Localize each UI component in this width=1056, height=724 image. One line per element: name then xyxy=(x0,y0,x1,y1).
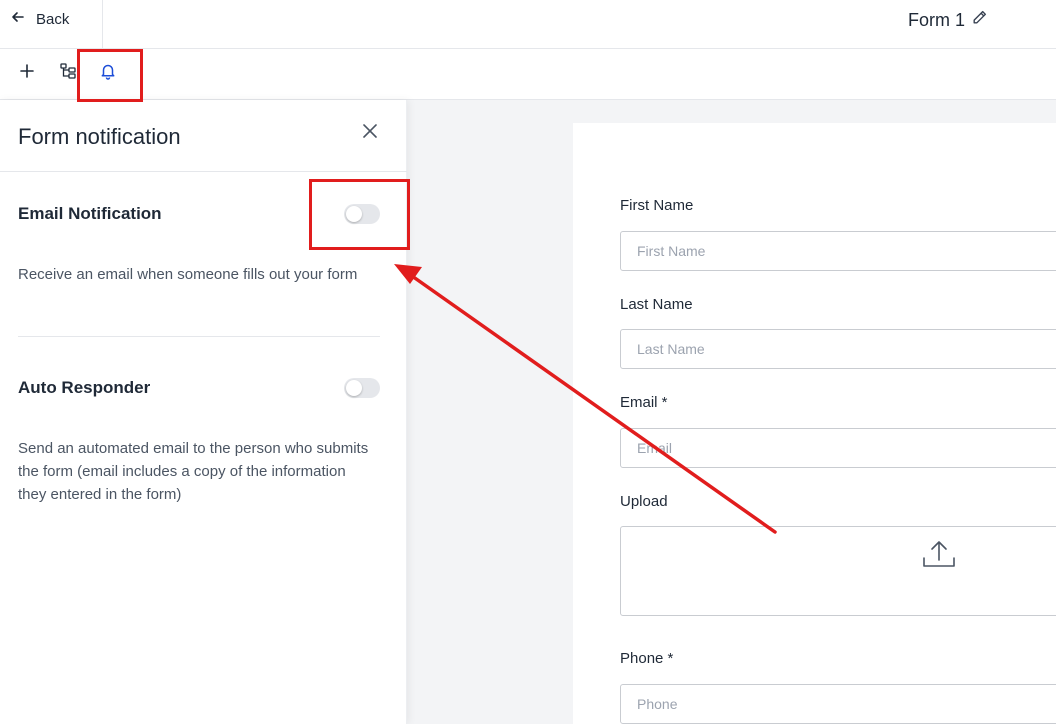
auto-responder-toggle[interactable] xyxy=(344,378,380,398)
auto-responder-description: Send an automated email to the person wh… xyxy=(18,440,369,503)
builder-toolbar xyxy=(0,49,1056,100)
structure-button[interactable] xyxy=(56,61,80,85)
upload-icon xyxy=(921,539,957,571)
form-notification-panel: Form notification Email Notification Rec… xyxy=(0,100,407,724)
bell-icon xyxy=(99,62,117,85)
notification-button[interactable] xyxy=(96,61,120,85)
top-header: Back Form 1 xyxy=(0,0,1056,49)
toggle-knob xyxy=(346,380,362,396)
last-name-input[interactable] xyxy=(620,329,1056,369)
email-notification-title: Email Notification xyxy=(18,204,162,223)
auto-responder-title: Auto Responder xyxy=(18,378,151,397)
section-divider xyxy=(18,336,380,337)
phone-input[interactable] xyxy=(620,684,1056,724)
last-name-label: Last Name xyxy=(620,296,693,313)
header-divider xyxy=(102,0,103,49)
toggle-knob xyxy=(346,206,362,222)
upload-label: Upload xyxy=(620,493,668,510)
panel-title: Form notification xyxy=(18,124,181,149)
first-name-label: First Name xyxy=(620,197,694,214)
first-name-input[interactable] xyxy=(620,231,1056,271)
form-title: Form 1 xyxy=(908,9,966,30)
back-button[interactable]: Back xyxy=(10,8,69,30)
form-title-group[interactable]: Form 1 xyxy=(908,9,988,31)
panel-header-divider xyxy=(0,171,407,172)
plus-icon xyxy=(18,62,36,85)
phone-label: Phone * xyxy=(620,650,674,667)
upload-dropzone[interactable] xyxy=(620,526,1056,616)
structure-icon xyxy=(59,62,77,85)
arrow-left-icon xyxy=(10,9,26,29)
email-label: Email * xyxy=(620,394,668,411)
close-icon xyxy=(359,124,381,146)
close-panel-button[interactable] xyxy=(359,120,381,142)
email-notification-description: Receive an email when someone fills out … xyxy=(18,266,358,283)
email-input[interactable] xyxy=(620,428,1056,468)
pencil-icon[interactable] xyxy=(971,9,988,31)
back-label: Back xyxy=(36,10,70,28)
add-element-button[interactable] xyxy=(15,61,39,85)
email-notification-toggle[interactable] xyxy=(344,204,380,224)
